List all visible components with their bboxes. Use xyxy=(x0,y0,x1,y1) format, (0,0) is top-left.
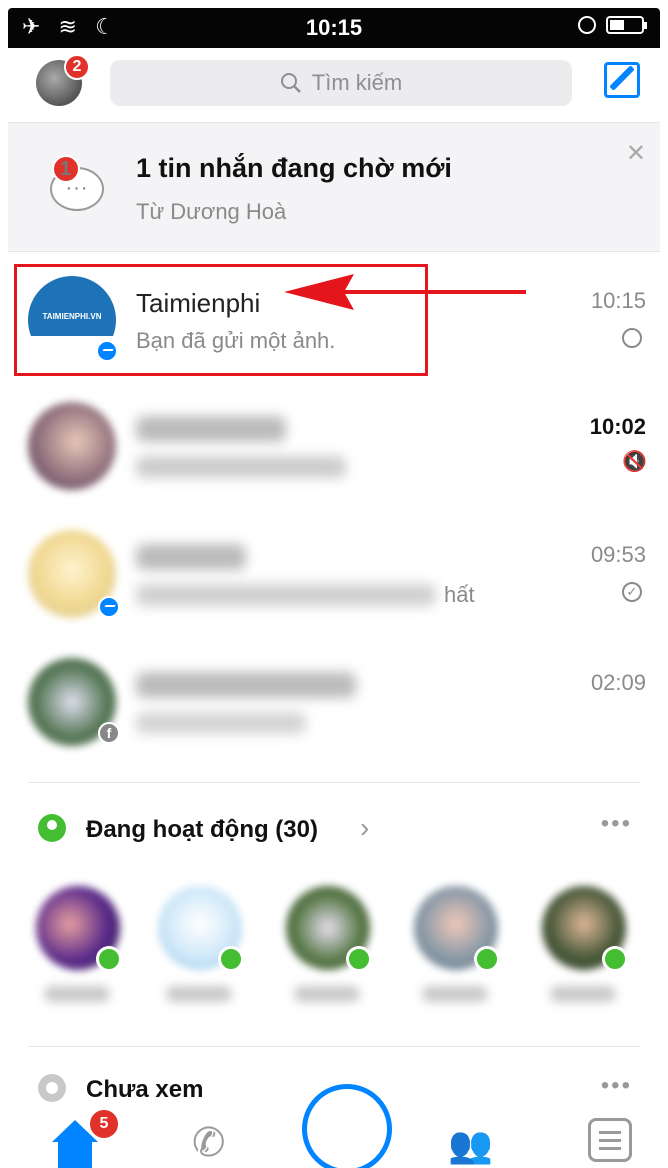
phone-icon[interactable]: ✆ xyxy=(192,1120,226,1166)
chat-bubble-icon: ··· 1 xyxy=(50,155,104,211)
search-placeholder: Tìm kiếm xyxy=(311,70,403,95)
pending-title: 1 tin nhắn đang chờ mới xyxy=(136,153,452,183)
person-icon xyxy=(38,814,66,842)
messenger-icon xyxy=(98,596,120,618)
muted-icon: 🔇 xyxy=(622,451,647,473)
blurred-name xyxy=(550,986,616,1002)
conversation-time: 10:15 xyxy=(590,288,646,313)
pending-requests-banner[interactable]: ··· 1 1 tin nhắn đang chờ mới Từ Dương H… xyxy=(8,122,660,252)
close-icon[interactable]: ✕ xyxy=(626,139,646,168)
blurred-name xyxy=(136,416,286,442)
active-friend[interactable] xyxy=(36,886,126,1026)
arrow-icon xyxy=(284,274,526,310)
chevron-right-icon: › xyxy=(360,812,370,843)
conversation-time: 02:09 xyxy=(590,670,646,695)
tab-bar: 5 ✆ 👥 xyxy=(8,1084,660,1168)
divider xyxy=(28,782,640,783)
blurred-name xyxy=(166,986,232,1002)
blurred-preview xyxy=(136,584,436,606)
status-bar: ✈ ≋ ☾ 10:15 xyxy=(8,8,660,48)
active-now-label: Đang hoạt động (30) xyxy=(86,816,318,843)
header: 2 Tìm kiếm xyxy=(8,48,660,120)
conversation-row[interactable]: 10:02 🔇 xyxy=(8,384,660,510)
avatar xyxy=(28,402,116,490)
rotation-lock-icon xyxy=(578,16,596,34)
profile-badge: 2 xyxy=(64,54,90,80)
conversation-time: 10:02 xyxy=(589,414,646,439)
active-now-header[interactable]: Đang hoạt động (30) › ••• xyxy=(8,800,660,856)
more-icon[interactable]: ••• xyxy=(601,810,632,838)
conversation-row[interactable]: hất 09:53 ✓ xyxy=(8,512,660,638)
active-friend[interactable] xyxy=(286,886,376,1026)
search-icon xyxy=(280,73,301,93)
home-badge: 5 xyxy=(88,1108,120,1140)
conversation-row[interactable]: f 02:09 xyxy=(8,640,660,766)
pending-subtitle: Từ Dương Hoà xyxy=(136,199,287,224)
more-icon[interactable]: ••• xyxy=(601,1072,632,1100)
people-icon[interactable]: 👥 xyxy=(448,1124,493,1166)
sent-status-icon xyxy=(622,328,642,348)
blurred-preview xyxy=(136,712,306,734)
compose-icon[interactable] xyxy=(604,62,640,98)
blurred-name xyxy=(294,986,360,1002)
blurred-name xyxy=(44,986,110,1002)
camera-button[interactable] xyxy=(302,1084,392,1168)
online-indicator xyxy=(96,946,122,972)
blurred-name xyxy=(136,544,246,570)
conversation-time: 09:53 xyxy=(590,542,646,567)
active-friend[interactable] xyxy=(542,886,632,1026)
conversation-preview: hất xyxy=(444,582,475,607)
blurred-preview xyxy=(136,456,346,478)
active-friend[interactable] xyxy=(158,886,248,1026)
blurred-name xyxy=(136,672,356,698)
search-input[interactable]: Tìm kiếm xyxy=(110,60,572,106)
unseen-icon xyxy=(38,1074,66,1102)
active-friend[interactable] xyxy=(414,886,504,1026)
online-indicator xyxy=(218,946,244,972)
status-time: 10:15 xyxy=(305,15,363,40)
facebook-icon: f xyxy=(98,722,120,744)
divider xyxy=(28,1046,640,1047)
online-indicator xyxy=(346,946,372,972)
list-icon[interactable] xyxy=(588,1118,632,1162)
battery-icon xyxy=(606,16,647,34)
pending-badge: 1 xyxy=(52,155,80,183)
online-indicator xyxy=(602,946,628,972)
seen-status-icon: ✓ xyxy=(622,582,642,602)
status-right-icons xyxy=(578,16,647,34)
profile-avatar[interactable]: 2 xyxy=(36,54,90,106)
unseen-label: Chưa xem xyxy=(86,1076,204,1103)
online-indicator xyxy=(474,946,500,972)
blurred-name xyxy=(422,986,488,1002)
